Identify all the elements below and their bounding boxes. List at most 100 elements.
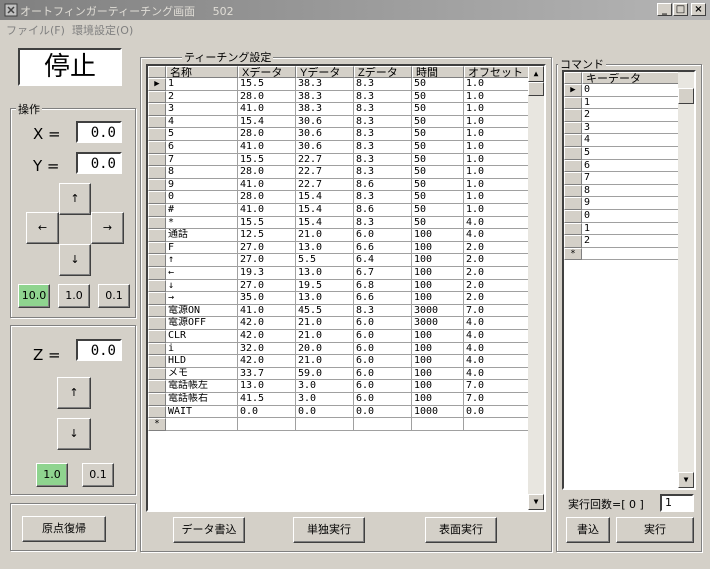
row-header[interactable] bbox=[148, 292, 166, 305]
row-header[interactable] bbox=[148, 141, 166, 154]
x-input[interactable]: 0.0 bbox=[76, 121, 122, 143]
row-header[interactable] bbox=[148, 367, 166, 381]
table-cell[interactable]: 8.3 bbox=[354, 78, 412, 91]
table-cell[interactable]: 100 bbox=[412, 279, 464, 293]
table-cell[interactable]: 0.0 bbox=[296, 405, 354, 419]
xy-right-button[interactable]: → bbox=[91, 212, 124, 244]
table-cell[interactable]: 1.0 bbox=[464, 191, 530, 204]
table-cell[interactable]: 20.0 bbox=[296, 342, 354, 356]
cmd-scroll-thumb[interactable] bbox=[678, 88, 694, 104]
row-header[interactable] bbox=[148, 393, 166, 406]
table-cell[interactable]: 27.0 bbox=[238, 279, 296, 293]
table-cell[interactable]: 8.3 bbox=[354, 90, 412, 104]
xy-down-button[interactable]: ↓ bbox=[59, 244, 91, 276]
xy-up-button[interactable]: ↑ bbox=[59, 183, 91, 215]
cmd-cell[interactable]: 0 bbox=[582, 84, 680, 97]
command-run-button[interactable]: 実行 bbox=[616, 517, 694, 543]
table-cell[interactable]: 15.4 bbox=[296, 204, 354, 217]
y-input[interactable]: 0.0 bbox=[76, 152, 122, 174]
cmd-cell[interactable]: 7 bbox=[582, 172, 680, 185]
cmd-row-header[interactable] bbox=[564, 172, 582, 185]
scroll-down-button[interactable]: ▼ bbox=[528, 494, 544, 510]
cmd-row-header[interactable] bbox=[564, 159, 582, 173]
table-cell[interactable]: 27.0 bbox=[238, 241, 296, 255]
table-cell[interactable]: 7.0 bbox=[464, 393, 530, 406]
xy-step-1-button[interactable]: 1.0 bbox=[58, 284, 90, 308]
table-cell[interactable]: i bbox=[166, 342, 238, 356]
table-cell[interactable]: 7.0 bbox=[464, 380, 530, 393]
table-cell[interactable]: 1.0 bbox=[464, 204, 530, 217]
row-header[interactable] bbox=[148, 380, 166, 393]
table-cell[interactable]: 22.7 bbox=[296, 178, 354, 192]
cmd-row-header[interactable] bbox=[564, 210, 582, 223]
cmd-row-header[interactable]: ▶ bbox=[564, 84, 582, 97]
table-cell[interactable]: → bbox=[166, 292, 238, 305]
table-cell[interactable] bbox=[354, 418, 412, 431]
table-cell[interactable]: 8.3 bbox=[354, 115, 412, 129]
table-cell[interactable]: 電源OFF bbox=[166, 317, 238, 330]
table-cell[interactable]: 6.0 bbox=[354, 380, 412, 393]
table-cell[interactable] bbox=[166, 418, 238, 431]
table-cell[interactable]: 42.0 bbox=[238, 355, 296, 368]
table-cell[interactable]: 28.0 bbox=[238, 128, 296, 141]
cmd-cell[interactable]: 1 bbox=[582, 222, 680, 236]
z-input[interactable]: 0.0 bbox=[76, 339, 122, 361]
table-cell[interactable]: 8.3 bbox=[354, 304, 412, 318]
table-cell[interactable]: 28.0 bbox=[238, 90, 296, 104]
table-cell[interactable]: 8.3 bbox=[354, 141, 412, 154]
table-cell[interactable]: 9 bbox=[166, 178, 238, 192]
table-cell[interactable]: HLD bbox=[166, 355, 238, 368]
menu-settings[interactable]: 環境設定(O) bbox=[72, 22, 133, 38]
col-header-z[interactable]: Zデータ bbox=[354, 66, 412, 78]
row-header[interactable] bbox=[148, 254, 166, 267]
table-cell[interactable]: 100 bbox=[412, 380, 464, 393]
cmd-row-header[interactable] bbox=[564, 235, 582, 248]
table-cell[interactable]: 21.0 bbox=[296, 355, 354, 368]
cmd-cell[interactable]: 8 bbox=[582, 184, 680, 198]
table-cell[interactable]: 100 bbox=[412, 355, 464, 368]
table-cell[interactable]: 6.4 bbox=[354, 254, 412, 267]
row-header[interactable] bbox=[148, 90, 166, 104]
z-up-button[interactable]: ↑ bbox=[57, 377, 91, 409]
cmd-cell[interactable]: 2 bbox=[582, 235, 680, 248]
cmd-cell[interactable]: 3 bbox=[582, 121, 680, 135]
table-cell[interactable]: WAIT bbox=[166, 405, 238, 419]
col-header-y[interactable]: Yデータ bbox=[296, 66, 354, 78]
table-cell[interactable]: 22.7 bbox=[296, 153, 354, 167]
table-cell[interactable]: 50 bbox=[412, 178, 464, 192]
table-cell[interactable]: 3000 bbox=[412, 317, 464, 330]
table-cell[interactable]: 19.3 bbox=[238, 267, 296, 280]
table-cell[interactable]: 4.0 bbox=[464, 229, 530, 242]
row-header[interactable] bbox=[148, 216, 166, 230]
table-cell[interactable]: 7.0 bbox=[464, 304, 530, 318]
table-cell[interactable]: 8.3 bbox=[354, 153, 412, 167]
table-cell[interactable]: 4.0 bbox=[464, 367, 530, 381]
table-cell[interactable]: 3000 bbox=[412, 304, 464, 318]
row-header[interactable] bbox=[148, 128, 166, 141]
table-cell[interactable]: 6.0 bbox=[354, 342, 412, 356]
table-cell[interactable]: 15.4 bbox=[296, 191, 354, 204]
row-header[interactable] bbox=[148, 304, 166, 318]
table-cell[interactable] bbox=[238, 418, 296, 431]
table-cell[interactable]: 59.0 bbox=[296, 367, 354, 381]
cmd-cell[interactable]: 1 bbox=[582, 96, 680, 110]
col-header-offset[interactable]: オフセット bbox=[464, 66, 530, 78]
table-cell[interactable]: 8.3 bbox=[354, 191, 412, 204]
col-header-x[interactable]: Xデータ bbox=[238, 66, 296, 78]
table-cell[interactable]: 15.5 bbox=[238, 153, 296, 167]
table-cell[interactable]: 8.3 bbox=[354, 103, 412, 116]
table-cell[interactable]: 6.6 bbox=[354, 292, 412, 305]
table-cell[interactable]: 電話帳左 bbox=[166, 380, 238, 393]
cmd-row-header[interactable] bbox=[564, 147, 582, 160]
table-cell[interactable]: 8.3 bbox=[354, 128, 412, 141]
cmd-cell[interactable]: 4 bbox=[582, 134, 680, 147]
cmd-cell[interactable] bbox=[582, 247, 680, 261]
table-cell[interactable]: ↑ bbox=[166, 254, 238, 267]
table-cell[interactable]: 6.0 bbox=[354, 229, 412, 242]
cmd-cell[interactable]: 2 bbox=[582, 109, 680, 122]
table-cell[interactable]: 5 bbox=[166, 128, 238, 141]
table-cell[interactable]: 15.5 bbox=[238, 78, 296, 91]
table-cell[interactable]: 3.0 bbox=[296, 393, 354, 406]
table-cell[interactable]: 1.0 bbox=[464, 103, 530, 116]
table-cell[interactable]: 1.0 bbox=[464, 178, 530, 192]
